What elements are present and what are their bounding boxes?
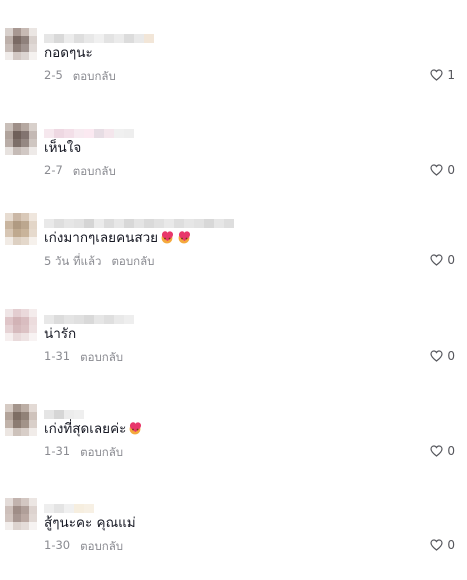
avatar[interactable] [5,498,37,530]
heart-icon [430,69,443,81]
reply-button[interactable]: ตอบกลับ [73,163,116,181]
like-count: 0 [447,349,455,363]
like-button[interactable]: 0 [430,163,455,177]
like-count: 0 [447,538,455,552]
reply-button[interactable]: ตอบกลับ [80,349,123,367]
username-blurred[interactable] [44,34,154,43]
heart-face-emoji-icon [158,230,175,246]
like-count: 1 [447,68,455,82]
heart-icon [430,164,443,176]
comment-meta: 1-31 ตอบกลับ [44,349,123,367]
avatar[interactable] [5,28,37,60]
heart-icon [430,539,443,551]
comment-meta: 5 วัน ที่แล้ว ตอบกลับ [44,253,154,271]
username-blurred[interactable] [44,410,84,419]
comment-meta: 2-7 ตอบกลับ [44,163,116,181]
comment-date: 1-31 [44,444,71,458]
comment-date: 1-30 [44,538,71,552]
like-button[interactable]: 0 [430,349,455,363]
reply-button[interactable]: ตอบกลับ [80,444,123,462]
comment-text: น่ารัก [44,326,77,342]
heart-face-emoji-icon [175,230,192,246]
username-blurred[interactable] [44,504,94,513]
comment-date: 2-7 [44,163,63,177]
heart-icon [430,445,443,457]
like-button[interactable]: 1 [430,68,455,82]
reply-button[interactable]: ตอบกลับ [80,538,123,556]
username-blurred[interactable] [44,315,134,324]
comment-text: เก่งมากๆเลยคนสวย [44,228,192,248]
like-count: 0 [447,253,455,267]
like-button[interactable]: 0 [430,538,455,552]
comment-meta: 1-31 ตอบกลับ [44,444,123,462]
comment-item: กอดๆนะ 2-5 ตอบกลับ 1 [0,28,467,88]
comment-item: น่ารัก 1-31 ตอบกลับ 0 [0,309,467,369]
avatar[interactable] [5,213,37,245]
avatar[interactable] [5,309,37,341]
avatar[interactable] [5,404,37,436]
comment-item: เก่งมากๆเลยคนสวย 5 วัน ที่แล้ว ตอบกลับ 0 [0,213,467,273]
reply-button[interactable]: ตอบกลับ [111,253,154,271]
comment-text: สู้ๆนะคะ คุณแม่ [44,515,136,531]
comment-item: สู้ๆนะคะ คุณแม่ 1-30 ตอบกลับ 0 [0,498,467,558]
comment-text: เก่งที่สุดเลยค่ะ [44,419,143,439]
comment-date: 5 วัน ที่แล้ว [44,254,102,268]
comment-date: 1-31 [44,349,71,363]
comment-text: กอดๆนะ [44,45,93,61]
comment-item: เก่งที่สุดเลยค่ะ 1-31 ตอบกลับ 0 [0,404,467,464]
comment-text: เห็นใจ [44,140,82,156]
heart-face-emoji-icon [126,421,143,437]
like-button[interactable]: 0 [430,253,455,267]
heart-icon [430,350,443,362]
like-count: 0 [447,163,455,177]
like-button[interactable]: 0 [430,444,455,458]
comment-date: 2-5 [44,68,63,82]
username-blurred[interactable] [44,219,234,228]
avatar[interactable] [5,123,37,155]
comment-item: เห็นใจ 2-7 ตอบกลับ 0 [0,123,467,183]
reply-button[interactable]: ตอบกลับ [73,68,116,86]
like-count: 0 [447,444,455,458]
comment-meta: 2-5 ตอบกลับ [44,68,116,86]
heart-icon [430,254,443,266]
comment-meta: 1-30 ตอบกลับ [44,538,123,556]
username-blurred[interactable] [44,129,134,138]
